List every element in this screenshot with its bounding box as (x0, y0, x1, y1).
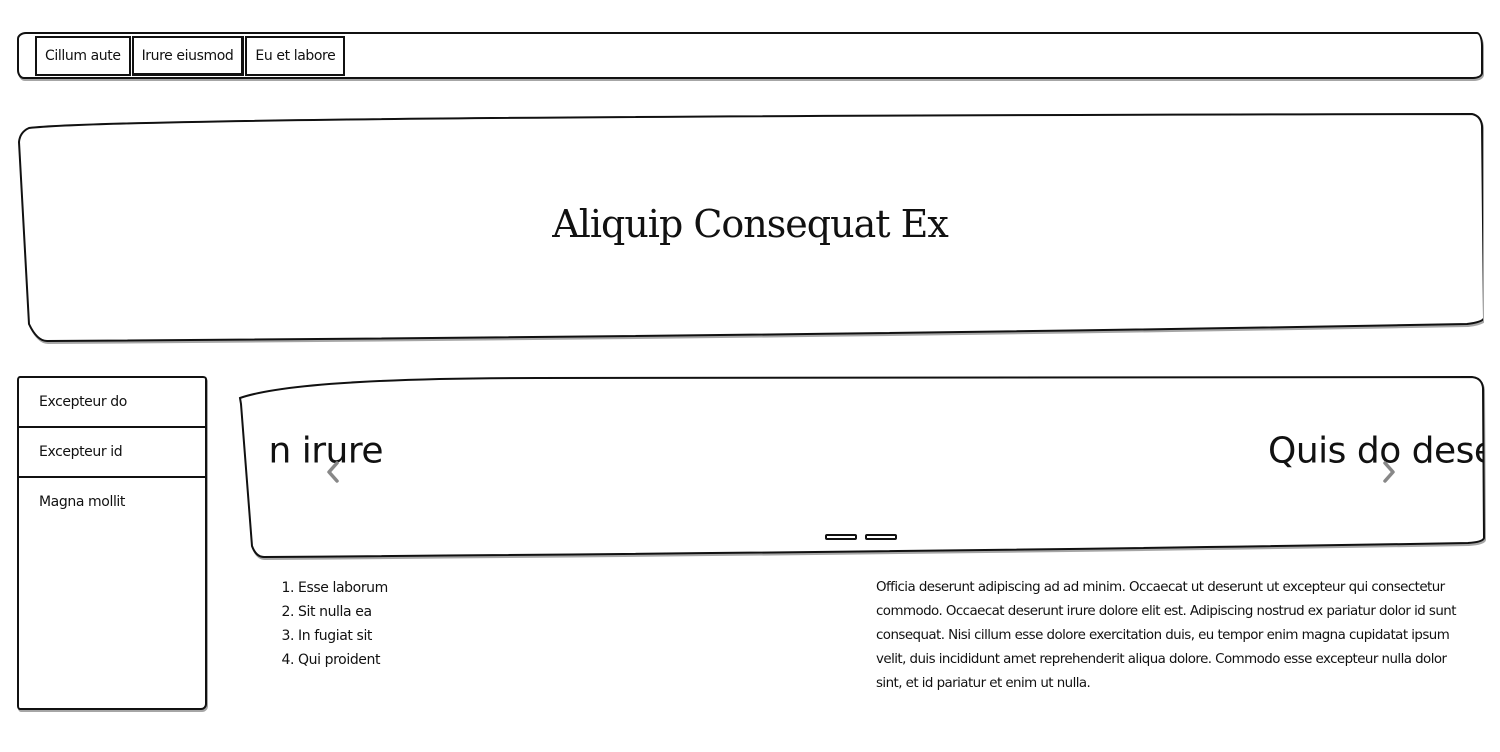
list-item: 4. Qui proident (281, 652, 381, 668)
carousel-indicator-2[interactable] (865, 534, 897, 540)
ordered-list: 1. Esse laborum 2. Sit nulla ea 3. In fugia… (258, 576, 388, 672)
sidebar-item-magna-mollit[interactable]: Magna mollit (19, 478, 205, 528)
list-item: 2. Sit nulla ea (281, 604, 372, 620)
chevron-left-icon[interactable] (324, 459, 342, 485)
sidebar-item-label: Magna mollit (39, 494, 126, 510)
top-nav-bar: Cillum aute Irure eiusmod Eu et labore (17, 32, 1483, 79)
hero-banner: Aliquip Consequat Ex (17, 112, 1483, 343)
nav-tabs: Cillum aute Irure eiusmod Eu et labore (35, 36, 346, 76)
carousel-viewport: n irure Quis do deser (240, 379, 1483, 555)
sidebar-item-excepteur-do[interactable]: Excepteur do (19, 378, 205, 428)
carousel: n irure Quis do deser (238, 376, 1485, 560)
hero-title: Aliquip Consequat Ex (552, 202, 949, 246)
nav-tab-eu-et-labore[interactable]: Eu et labore (245, 36, 346, 76)
nav-tab-irure-eiusmod[interactable]: Irure eiusmod (131, 36, 245, 76)
carousel-next-slide-text: Quis do deser (1268, 430, 1483, 472)
list-item: 3. In fugiat sit (281, 628, 373, 644)
sidebar-item-excepteur-id[interactable]: Excepteur id (19, 428, 205, 478)
list-item: 1. Esse laborum (281, 580, 388, 596)
sidebar-item-label: Excepteur do (39, 394, 127, 410)
sidebar: Excepteur do Excepteur id Magna mollit (17, 376, 207, 710)
chevron-right-icon[interactable] (1380, 459, 1398, 485)
body-paragraph: Officia deserunt adipiscing ad ad minim.… (876, 580, 1456, 691)
carousel-indicator-1[interactable] (825, 534, 857, 540)
sidebar-item-label: Excepteur id (39, 444, 123, 460)
nav-tab-cillum-aute[interactable]: Cillum aute (35, 36, 131, 76)
